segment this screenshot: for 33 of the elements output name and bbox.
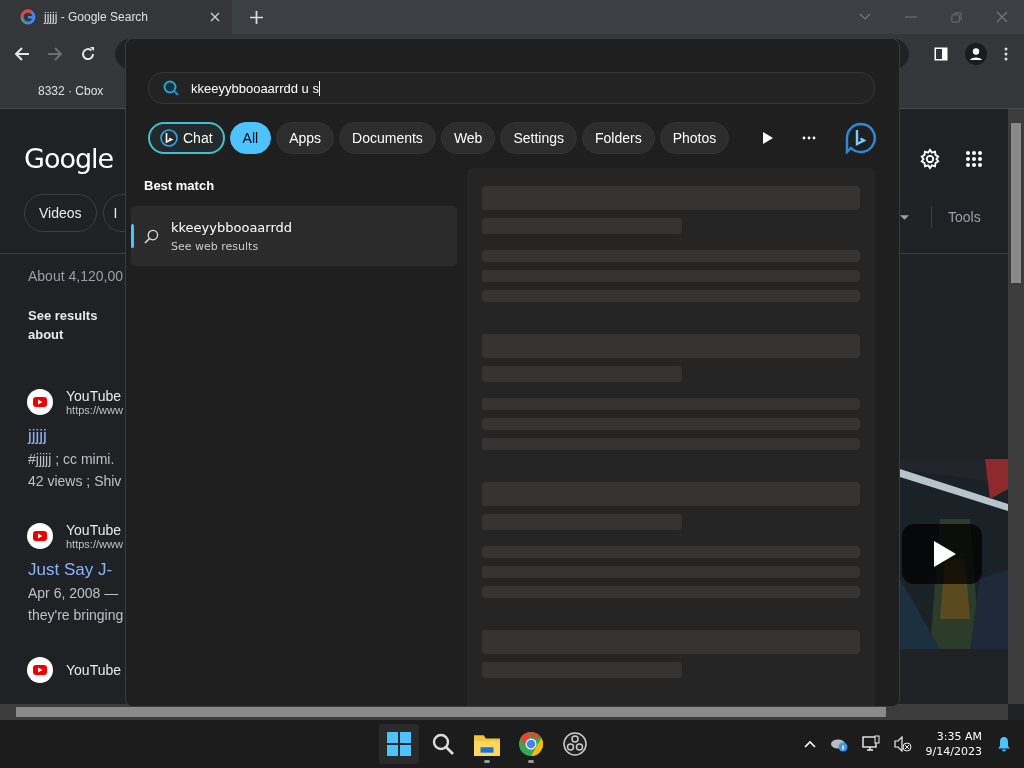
tools-link[interactable]: Tools [948, 209, 981, 225]
clock-time[interactable]: 3:35 AM [936, 729, 982, 744]
filter-tab[interactable]: All [229, 122, 272, 154]
result-count: About 4,120,00 [28, 268, 123, 284]
search-field[interactable]: kkeeyybbooaarrdd u s [148, 72, 875, 104]
search-query: kkeeyybbooaarrdd u s [191, 80, 319, 96]
filter-tab[interactable]: Documents [339, 122, 436, 154]
clock-date[interactable]: 9/14/2023 [925, 744, 982, 759]
filter-tab[interactable]: Photos [659, 122, 730, 154]
filter-tab[interactable]: Chat [148, 122, 225, 154]
result-url: https://www [66, 404, 123, 416]
tab-title: jjjjj - Google Search [44, 10, 150, 24]
result-snippet: Apr 6, 2008 — [28, 584, 120, 602]
result-source: YouTube [66, 522, 122, 538]
best-match-item[interactable]: kkeeyybbooaarrdd See web results [131, 206, 457, 266]
match-title: kkeeyybbooaarrdd [171, 219, 293, 235]
browser-tab[interactable]: jjjjj - Google Search [0, 0, 232, 34]
result-title-link[interactable]: Just Say J- [28, 560, 123, 580]
result-source: YouTube [66, 662, 121, 678]
see-results-heading: See results about [28, 307, 99, 344]
section-heading: Best match [143, 177, 216, 193]
result-title-link[interactable]: jjjjj [28, 426, 123, 446]
result-snippet: they're bringing [28, 606, 123, 624]
result-snippet: 42 views ; Shiv [28, 472, 123, 490]
result-source: YouTube [66, 388, 122, 404]
result-snippet: #jjjjj ; cc mimi. [28, 450, 116, 468]
filter-tab[interactable]: Apps [276, 122, 335, 154]
match-subtitle: See web results [171, 239, 260, 253]
filter-tab[interactable]: Web [440, 122, 496, 154]
filter-tab[interactable]: Settings [500, 122, 577, 154]
bookmark-link[interactable]: 8332 · Cbox [38, 84, 104, 98]
result-url: https://www [66, 538, 123, 550]
filter-tab[interactable]: Folders [582, 122, 655, 154]
